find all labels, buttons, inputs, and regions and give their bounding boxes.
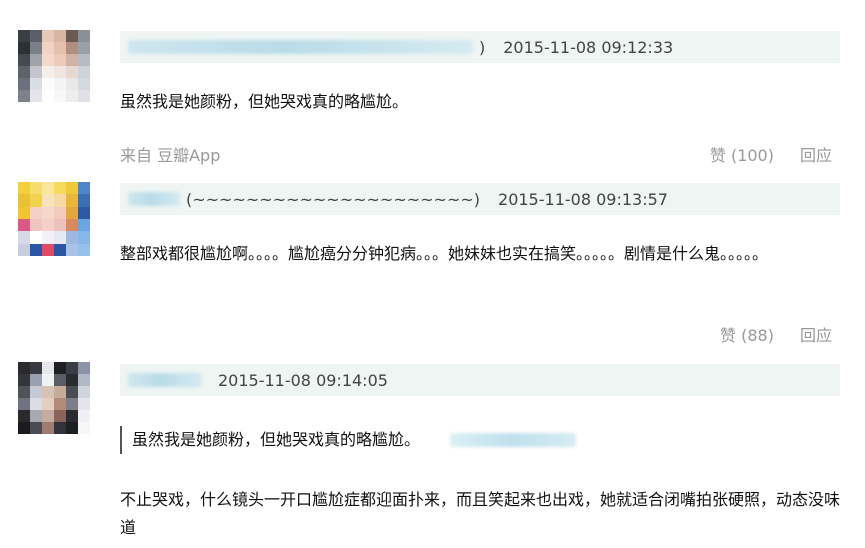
- avatar[interactable]: [18, 30, 90, 102]
- comment-time: 2015-11-08 09:12:33: [503, 37, 674, 57]
- username-redacted[interactable]: [128, 373, 202, 387]
- like-button[interactable]: 赞 (100): [710, 142, 774, 166]
- like-button[interactable]: 赞 (88): [720, 322, 774, 346]
- comment-time: 2015-11-08 09:13:57: [498, 189, 668, 209]
- comment-meta: 2015-11-08 09:14:05: [120, 364, 840, 396]
- source-label: 来自 豆瓣App: [120, 146, 221, 165]
- avatar[interactable]: [18, 182, 90, 256]
- comment-text: 不止哭戏，什么镜头一开口尴尬症都迎面扑来，而且笑起来也出戏，她就适合闭嘴拍张硬照…: [120, 490, 841, 537]
- reply-button[interactable]: 回应: [800, 322, 832, 346]
- comment-actions: 赞 (88) 回应: [120, 322, 832, 346]
- comment-meta: ) 2015-11-08 09:12:33: [120, 31, 840, 63]
- avatar-mosaic: [18, 30, 90, 102]
- avatar[interactable]: [18, 362, 90, 434]
- comment-text: 虽然我是她颜粉，但她哭戏真的略尴尬。: [120, 92, 409, 111]
- quoted-text: 虽然我是她颜粉，但她哭戏真的略尴尬。: [132, 430, 421, 449]
- username-suffix: (~~~~~~~~~~~~~~~~~~~~~): [186, 189, 481, 209]
- comment-text: 整部戏都很尴尬啊。。。。尴尬癌分分钟犯病。。。她妹妹也实在搞笑。。。。。剧情是什…: [120, 244, 769, 263]
- username-redacted[interactable]: [128, 40, 473, 54]
- quoted-username-redacted[interactable]: [450, 433, 577, 447]
- comment-meta: (~~~~~~~~~~~~~~~~~~~~~) 2015-11-08 09:13…: [120, 183, 840, 215]
- avatar-mosaic: [18, 362, 90, 434]
- reply-button[interactable]: 回应: [800, 142, 832, 166]
- comment-actions: 来自 豆瓣App 赞 (100) 回应: [120, 142, 832, 166]
- quoted-comment: 虽然我是她颜粉，但她哭戏真的略尴尬。: [120, 426, 577, 454]
- username-redacted[interactable]: [128, 192, 180, 206]
- username-suffix: ): [479, 37, 486, 57]
- comment-time: 2015-11-08 09:14:05: [218, 370, 388, 390]
- avatar-mosaic: [18, 182, 90, 256]
